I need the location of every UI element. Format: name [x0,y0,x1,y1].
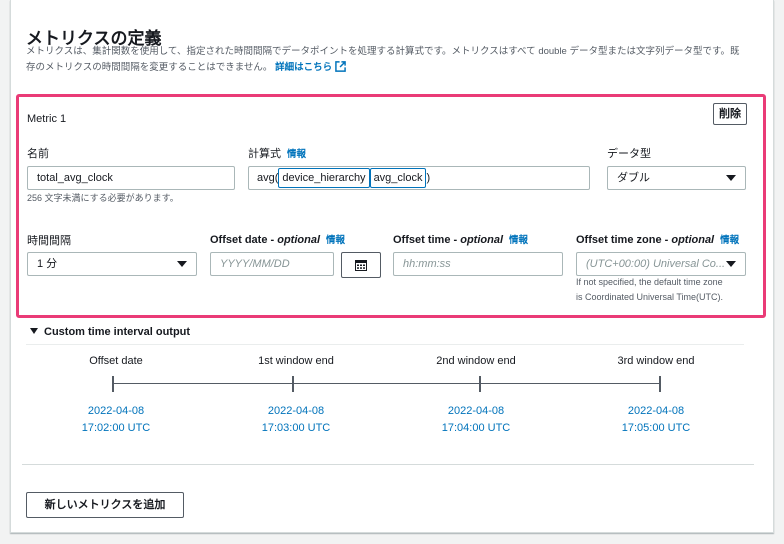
offset-date-input[interactable]: YYYY/MM/DD [210,252,334,276]
timeline-col-value: 2022-04-08 17:05:00 UTC [586,403,726,437]
section-description: メトリクスは、集計関数を使用して、指定された時間間隔でデータポイントを処理する計… [26,44,756,76]
custom-interval-output-label: Custom time interval output [44,326,191,338]
timeline-col-head: Offset date [89,355,143,367]
offset-time-optional: optional [460,234,504,246]
interval-label: 時間間隔 [27,235,71,247]
timeline-date: 2022-04-08 [447,405,505,417]
datatype-select[interactable]: ダブル [607,166,746,190]
name-hint: 256 文字未満にする必要があります。 [27,193,179,203]
timeline-date: 2022-04-08 [627,405,685,417]
timeline-time: 17:04:00 UTC [441,422,511,434]
timeline-tick [112,376,114,392]
timeline-tick [659,376,661,392]
learn-more-link[interactable]: 詳細はこちら [275,61,346,73]
formula-label: 計算式 [248,148,281,160]
learn-more-label: 詳細はこちら [275,62,333,73]
offset-tz-select[interactable]: (UTC+00:00) Universal Co... [576,252,746,276]
offset-date-info-link[interactable]: 情報 [326,235,345,246]
name-input[interactable]: total_avg_clock [27,166,235,190]
delete-button[interactable]: 削除 [713,103,747,125]
name-label: 名前 [27,148,49,160]
description-line-1: メトリクスは、集計関数を使用して、指定された時間間隔でデータポイントを処理する計… [26,46,740,57]
calendar-button[interactable] [341,252,381,278]
datatype-label: データ型 [607,148,651,160]
description-line-2: 存のメトリクスの時間間隔を変更することはできません。 [26,62,273,73]
offset-tz-hint-line-2: is Coordinated Universal Time(UTC). [576,292,724,302]
timeline-date: 2022-04-08 [87,405,145,417]
calendar-icon [355,260,367,271]
timeline-col-head: 3rd window end [617,355,695,367]
formula-info-link[interactable]: 情報 [287,149,306,160]
add-metric-button[interactable]: 新しいメトリクスを追加 [26,492,184,518]
section-divider [22,464,754,465]
timeline-time: 17:02:00 UTC [81,422,151,434]
offset-time-label: Offset time - [393,234,461,246]
formula-chip-avg-clock[interactable]: avg_clock [369,168,427,189]
formula-chip-device-hierarchy[interactable]: device_hierarchy [278,168,370,189]
chevron-down-icon [177,261,187,267]
formula-prefix: avg( [257,172,279,184]
offset-time-input[interactable]: hh:mm:ss [393,252,563,276]
formula-input[interactable]: avg(device_hierarchy avg_clock) [248,166,590,190]
offset-tz-hint-line-1: If not specified, the default time zone [576,277,723,287]
offset-tz-info-link[interactable]: 情報 [720,235,739,246]
offset-tz-label-wrap: Offset time zone - optional 情報 [576,232,739,246]
description-line-2-wrap: 存のメトリクスの時間間隔を変更することはできません。 詳細はこちら [26,60,756,76]
timeline-col-value: 2022-04-08 17:04:00 UTC [406,403,546,437]
timeline-col-value: 2022-04-08 17:03:00 UTC [226,403,366,437]
offset-date-label-wrap: Offset date - optional 情報 [210,232,345,246]
offset-date-label: Offset date - [210,234,278,246]
caret-down-icon [30,328,38,334]
offset-tz-value: (UTC+00:00) Universal Co... [586,258,726,270]
metric-card: Metric 1 削除 名前 total_avg_clock 256 文字未満に… [16,94,766,318]
chevron-down-icon [726,175,736,181]
interval-value: 1 分 [37,258,58,270]
timeline-col-head: 2nd window end [436,355,516,367]
offset-time-label-wrap: Offset time - optional 情報 [393,232,528,246]
timeline-line [113,383,660,384]
chevron-down-icon [726,261,736,267]
timeline-col-value: 2022-04-08 17:02:00 UTC [46,403,186,437]
interval-select[interactable]: 1 分 [27,252,197,276]
custom-interval-output-toggle[interactable]: Custom time interval output [30,326,190,338]
offset-tz-optional: optional [671,234,715,246]
timeline-time: 17:05:00 UTC [621,422,691,434]
metric-header: Metric 1 [27,113,67,125]
external-link-icon [335,61,346,72]
timeline-tick [292,376,294,392]
offset-tz-hint: If not specified, the default time zone … [576,275,723,305]
interval-output-timeline: Offset date 2022-04-08 17:02:00 UTC 1st w… [26,344,744,444]
formula-suffix: ) [426,172,431,184]
offset-date-optional: optional [277,234,321,246]
datatype-value: ダブル [617,172,650,184]
timeline-date: 2022-04-08 [267,405,325,417]
timeline-tick [479,376,481,392]
timeline-time: 17:03:00 UTC [261,422,331,434]
timeline-col-head: 1st window end [258,355,334,367]
offset-tz-label: Offset time zone - [576,234,672,246]
offset-time-info-link[interactable]: 情報 [509,235,528,246]
formula-label-wrap: 計算式 情報 [248,145,306,161]
